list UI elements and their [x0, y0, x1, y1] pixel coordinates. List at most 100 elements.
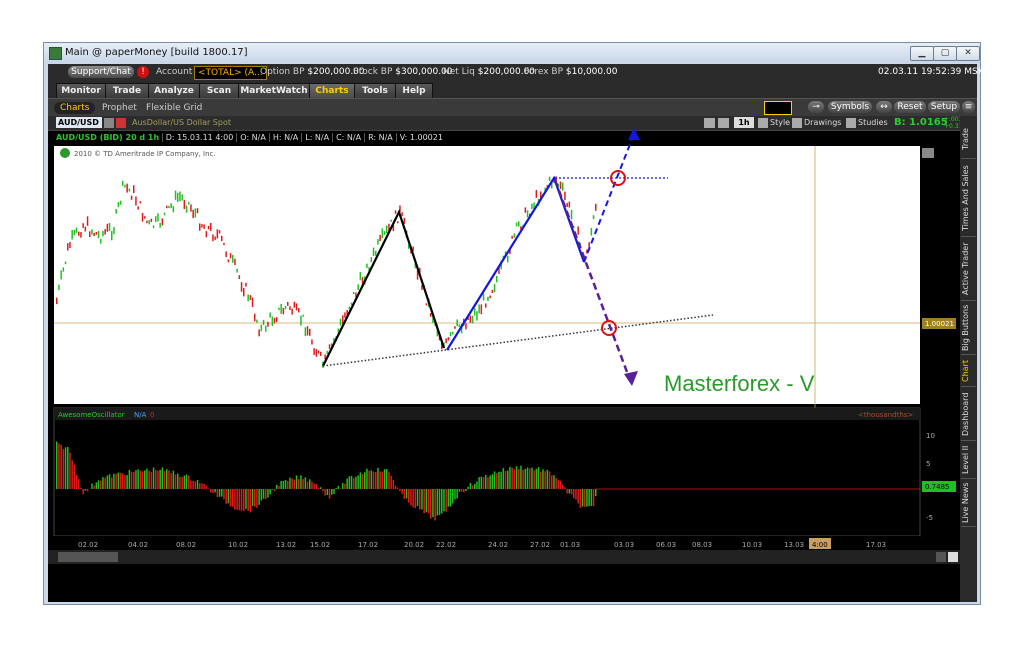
oscillator-bar: [240, 489, 243, 511]
side-tab-live-news[interactable]: Live News: [961, 480, 976, 527]
price-candle: [480, 304, 483, 315]
oscillator-bar: [304, 477, 307, 489]
time-axis-label: 27.02: [530, 541, 550, 549]
oscillator-bar: [313, 483, 315, 489]
price-candle: [172, 206, 175, 213]
side-tab-times-and-sales[interactable]: Times And Sales: [961, 160, 976, 237]
oscillator-bar: [555, 477, 557, 489]
price-candle: [489, 295, 491, 299]
oscillator-bar: [392, 479, 395, 489]
side-tab-chart[interactable]: Chart: [961, 356, 976, 387]
bottom-tool-icons[interactable]: [58, 552, 118, 562]
color-swatch[interactable]: [764, 101, 792, 115]
oscillator-bar: [524, 469, 527, 489]
oscillator-bar: [537, 467, 540, 489]
chart-scrollbar[interactable]: [48, 550, 960, 564]
tab-tools[interactable]: Tools: [354, 83, 396, 98]
symbols-button[interactable]: Symbols: [828, 101, 872, 113]
oscillator-bar: [273, 489, 276, 492]
tab-trade[interactable]: Trade: [105, 83, 149, 98]
oscillator-bar: [190, 480, 192, 489]
oscillator-bar: [163, 471, 166, 489]
minimize-button[interactable]: ▁: [910, 46, 934, 61]
price-candle: [170, 203, 172, 209]
oscillator-bar: [412, 489, 414, 508]
oscillator-bar: [225, 489, 227, 504]
oscillator-zero: 0: [150, 411, 154, 419]
oscillator-bar: [265, 489, 267, 500]
oscillator-bar: [375, 472, 377, 489]
side-tab-dashboard[interactable]: Dashboard: [961, 388, 976, 441]
oscillator-bar: [511, 467, 513, 489]
price-candle: [328, 344, 331, 349]
oscillator-bar: [344, 483, 346, 489]
oscillator-bar: [454, 489, 456, 500]
setup-button[interactable]: Setup: [928, 101, 960, 113]
tab-scan[interactable]: Scan: [199, 83, 239, 98]
maximize-button[interactable]: ▢: [933, 46, 957, 61]
oscillator-bar: [548, 471, 551, 489]
subtab-charts[interactable]: Charts: [54, 102, 96, 114]
oscillator-bar: [69, 452, 71, 489]
tab-marketwatch[interactable]: MarketWatch: [238, 83, 310, 98]
price-candle: [269, 312, 271, 318]
price-candle: [397, 221, 399, 224]
side-tab-active-trader[interactable]: Active Trader: [961, 238, 976, 301]
oscillator-bar: [177, 473, 179, 489]
price-candle: [291, 308, 293, 315]
support-chat-button[interactable]: Support/Chat: [68, 66, 134, 78]
oscillator-bar: [570, 489, 573, 495]
menu-icon[interactable]: ≡: [962, 101, 975, 113]
alert-icon[interactable]: !: [137, 66, 149, 78]
oscillator-bar: [141, 471, 144, 489]
tab-analyze[interactable]: Analyze: [148, 83, 200, 98]
scroll-right-button[interactable]: [936, 552, 946, 562]
price-candle: [518, 221, 520, 227]
oscillator-bar: [342, 483, 344, 489]
price-chart-canvas[interactable]: 2010 © TD Ameritrade IP Company, Inc. 1.…: [48, 116, 960, 602]
oscillator-bar: [493, 471, 496, 489]
price-candle: [168, 205, 170, 209]
window-titlebar: Main @ paperMoney [build 1800.17] ▁ ▢ ✕: [44, 43, 980, 63]
zoom-icon[interactable]: [922, 148, 934, 158]
tab-monitor[interactable]: Monitor: [56, 83, 106, 98]
price-candle: [524, 207, 527, 213]
price-candle: [58, 284, 60, 291]
oscillator-bar: [227, 489, 230, 504]
reset-button[interactable]: Reset: [894, 101, 926, 113]
expand-icon[interactable]: [948, 552, 958, 562]
close-button[interactable]: ✕: [956, 46, 980, 61]
tab-help[interactable]: Help: [395, 83, 433, 98]
price-candle: [493, 283, 496, 293]
price-candle: [375, 250, 377, 256]
side-tab-big-buttons[interactable]: Big Buttons: [961, 302, 976, 355]
side-tab-level-ii[interactable]: Level II: [961, 442, 976, 479]
side-tab-trade[interactable]: Trade: [961, 120, 976, 159]
price-candle: [394, 210, 397, 214]
swap-icon[interactable]: ↔: [876, 101, 892, 113]
subtab-flexible-grid[interactable]: Flexible Grid: [146, 102, 202, 114]
price-candle: [298, 308, 300, 313]
price-candle: [163, 212, 166, 216]
price-candle: [207, 225, 210, 230]
price-candle: [309, 328, 311, 336]
link-icon[interactable]: ⊸: [808, 101, 824, 113]
subtab-prophet[interactable]: Prophet: [102, 102, 137, 114]
forex-bp-value: $10,000.00: [565, 67, 618, 77]
price-candle: [282, 308, 285, 315]
price-candle: [570, 209, 573, 220]
price-candle: [161, 218, 164, 226]
tab-charts[interactable]: Charts: [309, 83, 355, 98]
price-candle: [183, 199, 186, 210]
oscillator-bar: [425, 489, 428, 513]
chart-area[interactable]: AUD/USD AusDollar/US Dollar Spot 1h Styl…: [48, 116, 968, 602]
price-candle: [108, 223, 111, 232]
account-select[interactable]: <TOTAL> (A...: [194, 66, 267, 80]
price-candle: [300, 315, 302, 326]
copyright-text: 2010 © TD Ameritrade IP Company, Inc.: [74, 150, 216, 158]
price-candle: [119, 200, 122, 205]
net-liq: Net Liq $200,000.00: [443, 67, 535, 77]
price-candle: [295, 303, 298, 311]
oscillator-bar: [194, 481, 197, 489]
oscillator-bar: [214, 489, 216, 493]
